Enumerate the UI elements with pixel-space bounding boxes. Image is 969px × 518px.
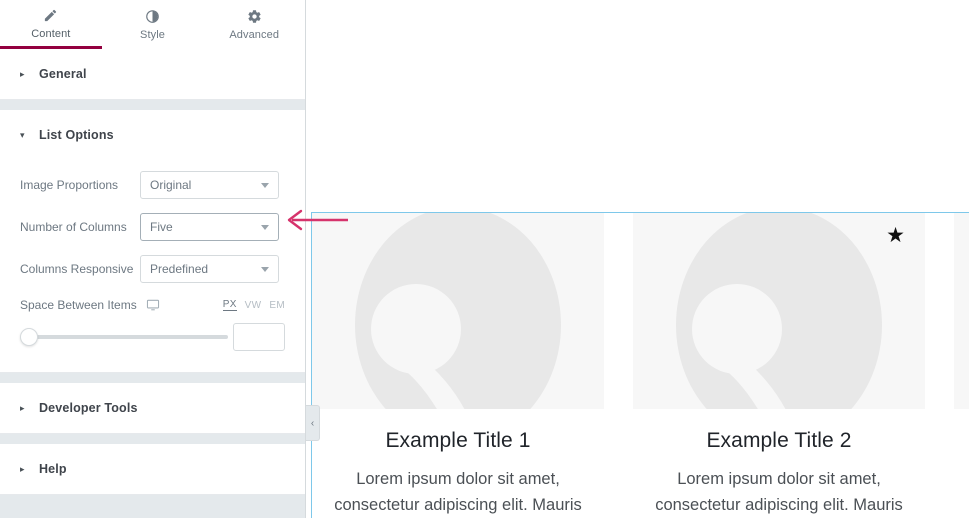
chevron-right-icon: ▸ (20, 68, 25, 79)
number-of-columns-value: Five (150, 220, 173, 234)
space-between-items-slider[interactable] (20, 327, 228, 347)
tab-advanced[interactable]: Advanced (203, 0, 305, 49)
columns-responsive-label: Columns Responsive (20, 262, 134, 276)
placeholder-image-icon (633, 213, 925, 409)
gear-icon (247, 8, 262, 25)
section-list-options-header[interactable]: ▾ List Options (0, 110, 305, 160)
chevron-right-icon: ▸ (20, 463, 25, 474)
desktop-icon[interactable] (146, 298, 160, 312)
tab-style[interactable]: Style (101, 0, 204, 49)
chevron-right-icon: ▸ (20, 402, 25, 413)
image-proportions-select[interactable]: Original (140, 171, 279, 199)
card-image: ★ (633, 213, 925, 409)
unit-switcher: PX VW EM (222, 299, 285, 311)
slider-track (24, 335, 228, 339)
chevron-down-icon: ▾ (20, 129, 25, 140)
control-columns-responsive: Columns Responsive Predefined (20, 248, 285, 290)
placeholder-image-icon (312, 213, 604, 409)
panel-tabs: Content Style Advanced (0, 0, 305, 49)
number-of-columns-select[interactable]: Five (140, 213, 279, 241)
section-list-options: ▾ List Options Image Proportions Origina… (0, 110, 305, 373)
control-space-between-items-header: Space Between Items PX VW EM (20, 290, 285, 320)
list-item[interactable] (954, 213, 969, 518)
contrast-circle-icon (145, 8, 160, 25)
chevron-down-icon (261, 225, 269, 230)
section-help-header[interactable]: ▸ Help (0, 444, 305, 494)
section-developer-tools-title: Developer Tools (39, 401, 138, 415)
preview-canvas: Example Title 1 Lorem ipsum dolor sit am… (307, 0, 969, 518)
selected-widget[interactable]: Example Title 1 Lorem ipsum dolor sit am… (311, 212, 969, 518)
card-image (954, 213, 969, 409)
chevron-down-icon (261, 183, 269, 188)
section-list-options-body: Image Proportions Original Number of Col… (0, 160, 305, 372)
image-proportions-label: Image Proportions (20, 178, 119, 192)
list-item[interactable]: ★ Example Title 2 Lorem ipsum dolor sit … (633, 213, 925, 518)
card-image (312, 213, 604, 409)
panel-divider (0, 100, 305, 110)
control-number-of-columns: Number of Columns Five (20, 206, 285, 248)
section-developer-tools: ▸ Developer Tools (0, 383, 305, 434)
star-icon[interactable]: ★ (886, 225, 905, 246)
image-proportions-value: Original (150, 178, 192, 192)
card-list: Example Title 1 Lorem ipsum dolor sit am… (312, 213, 969, 518)
card-text: Lorem ipsum dolor sit amet, consectetur … (334, 470, 582, 514)
section-list-options-title: List Options (39, 128, 114, 142)
unit-px[interactable]: PX (222, 299, 237, 311)
number-of-columns-label: Number of Columns (20, 220, 127, 234)
columns-responsive-value: Predefined (150, 262, 209, 276)
card-title: Example Title 2 (706, 429, 852, 452)
chevron-left-icon: ‹ (310, 417, 315, 429)
unit-em[interactable]: EM (269, 300, 285, 311)
control-image-proportions: Image Proportions Original (20, 164, 285, 206)
chevron-down-icon (261, 267, 269, 272)
section-general: ▸ General (0, 49, 305, 100)
panel-collapse-handle[interactable]: ‹ (306, 405, 320, 441)
space-between-items-input[interactable] (233, 323, 285, 351)
list-item[interactable]: Example Title 1 Lorem ipsum dolor sit am… (312, 213, 604, 518)
columns-responsive-select[interactable]: Predefined (140, 255, 279, 283)
section-help: ▸ Help (0, 444, 305, 495)
pencil-icon (43, 7, 58, 24)
control-space-between-items-slider-row (20, 320, 285, 354)
slider-thumb[interactable] (20, 328, 38, 346)
panel-divider (0, 434, 305, 444)
card-title: Example Title 1 (385, 429, 531, 452)
section-general-header[interactable]: ▸ General (0, 49, 305, 99)
card-text: Lorem ipsum dolor sit amet, consectetur … (655, 470, 903, 514)
section-help-title: Help (39, 462, 67, 476)
unit-vw[interactable]: VW (245, 300, 262, 311)
tab-content-label: Content (31, 27, 71, 40)
tab-content[interactable]: Content (0, 0, 102, 49)
placeholder-image-icon (954, 213, 969, 409)
section-developer-tools-header[interactable]: ▸ Developer Tools (0, 383, 305, 433)
space-between-items-label: Space Between Items (20, 298, 137, 312)
panel-divider (0, 373, 305, 383)
tab-advanced-label: Advanced (229, 29, 280, 41)
tab-style-label: Style (140, 29, 165, 41)
editor-panel: Content Style Advanced ▸ General ▾ List … (0, 0, 306, 518)
section-general-title: General (39, 67, 87, 81)
